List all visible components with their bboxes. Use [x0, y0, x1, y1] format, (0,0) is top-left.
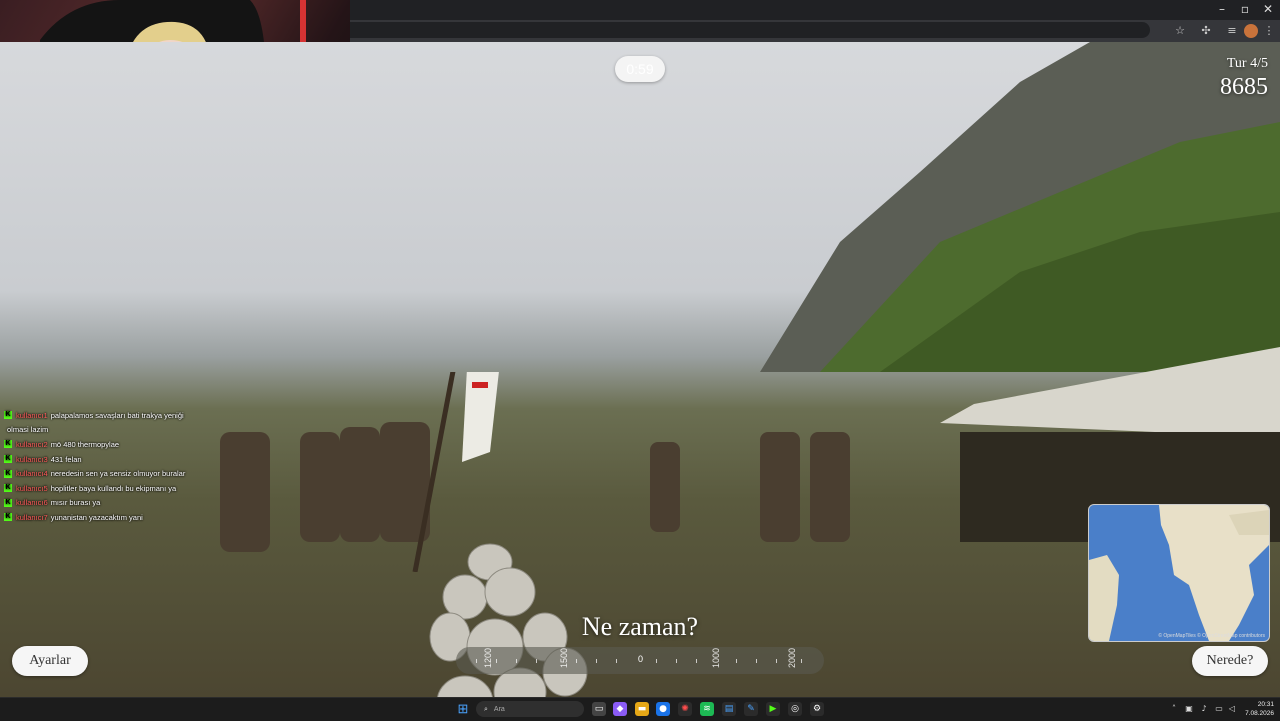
chat-message: Kkullanıcı3 431 felan — [4, 452, 264, 467]
round-label: Tur 4/5 — [1226, 56, 1268, 71]
timeline-marker[interactable]: 0 — [638, 654, 643, 666]
tray-network-icon[interactable]: ▭ — [1213, 703, 1225, 715]
chat-text: palapalamos savaşları bati trakya yeniği — [50, 410, 184, 420]
search-placeholder: Ara — [493, 706, 505, 713]
editor-icon[interactable]: ✎ — [744, 702, 758, 716]
minimize-button[interactable]: – — [1214, 2, 1230, 16]
cliff-scenery — [760, 42, 1280, 372]
round-timer: 0:59 — [615, 56, 665, 82]
close-button[interactable]: ✕ — [1260, 2, 1276, 16]
browser-toolbar: ☆ ✣ ≡ ⋮ — [350, 20, 1280, 42]
profile-icon[interactable] — [1244, 24, 1258, 38]
guess-map[interactable]: © OpenMapTiles © OpenStreetMap contribut… — [1088, 504, 1270, 642]
tray-volume-icon[interactable]: ◁ — [1226, 703, 1238, 715]
chat-text: olmasi lazim — [7, 425, 49, 435]
timeline-tick — [756, 659, 757, 663]
timeline-label: 1500 — [559, 647, 570, 669]
timeline-tick — [596, 659, 597, 663]
kick-badge-icon: K — [4, 440, 12, 449]
chat-username: kullanıcı3 — [16, 454, 48, 464]
score-value: 8685 — [1220, 74, 1268, 100]
chat-message: Kkullanıcı6 mısır burası ya — [4, 496, 264, 511]
chat-username: kullanıcı5 — [16, 483, 48, 493]
search-icon: ⌕ — [484, 705, 488, 713]
settings-button[interactable]: Ayarlar — [12, 646, 88, 676]
world-map-image — [1089, 505, 1269, 641]
timeline-label: 2000 — [787, 647, 798, 669]
file-explorer-icon[interactable]: ▬ — [635, 702, 649, 716]
extensions-icon[interactable]: ✣ — [1199, 24, 1213, 38]
chat-text: hoplitler baya kullandı bu ekipmanı ya — [50, 483, 177, 493]
star-icon[interactable]: ☆ — [1173, 24, 1187, 38]
windows-start-icon[interactable]: ⊞ — [456, 702, 470, 716]
stream-chat: Kkullanıcı1 palapalamos savaşları bati tr… — [4, 408, 264, 525]
clock-date: 7.08.2026 — [1245, 710, 1274, 717]
timeline-tick — [476, 659, 477, 663]
chat-username: kullanıcı2 — [16, 439, 48, 449]
widgets-icon[interactable]: ◆ — [613, 702, 627, 716]
chat-text: mısır burası ya — [50, 498, 101, 508]
taskbar-clock[interactable]: 20:31 7.08.2026 — [1245, 700, 1274, 718]
timeline-tick — [496, 659, 497, 663]
maximize-button[interactable]: ▫ — [1237, 2, 1253, 16]
menu-icon[interactable]: ⋮ — [1262, 24, 1276, 38]
settings-gear-icon[interactable]: ⚙ — [810, 702, 824, 716]
chat-text: yunanistan yazacaktım yani — [50, 512, 143, 522]
timeline-label: 1000 — [711, 647, 722, 669]
timeline-label: 1200 — [483, 647, 494, 669]
kick-badge-icon: K — [4, 455, 12, 464]
chat-message: Kkullanıcı4 neredesin sen ya sensiz olmuy… — [4, 466, 264, 481]
tray-chevron-up-icon[interactable]: ˄ — [1168, 703, 1180, 715]
clock-time: 20:31 — [1257, 701, 1274, 708]
windows-taskbar: ⊞ ⌕ Ara ▭ ◆ ▬ ● ✺ ≋ ▤ ✎ ▶ ◎ ⚙ ˄ ▣ ♪ ▭ ◁ 2… — [0, 697, 1280, 721]
spotify-icon[interactable]: ≋ — [700, 702, 714, 716]
year-timeline-slider[interactable]: 1200 1500 0 1000 2000 — [456, 647, 824, 674]
chat-message: Kkullanıcı2 mö 480 thermopylae — [4, 437, 264, 452]
chat-message: olmasi lazim — [4, 423, 264, 438]
chat-message: Kkullanıcı5 hoplitler baya kullandı bu ek… — [4, 481, 264, 496]
tray-mic-icon[interactable]: ♪ — [1198, 703, 1210, 715]
notepad-icon[interactable]: ▤ — [722, 702, 736, 716]
taskbar-search[interactable]: ⌕ Ara — [476, 701, 584, 717]
timeline-tick — [696, 659, 697, 663]
map-attribution: © OpenMapTiles © OpenStreetMap contribut… — [1158, 633, 1265, 639]
kick-badge-icon: K — [4, 411, 12, 420]
timeline-tick — [776, 659, 777, 663]
kick-badge-icon: K — [4, 513, 12, 522]
obs-icon[interactable]: ◎ — [788, 702, 802, 716]
app-star-icon[interactable]: ✺ — [678, 702, 692, 716]
chat-text: neredesin sen ya sensiz olmuyor buralar — [50, 469, 186, 479]
timeline-tick — [656, 659, 657, 663]
timeline-tick — [676, 659, 677, 663]
kick-badge-icon: K — [4, 498, 12, 507]
tray-app-icon[interactable]: ▣ — [1183, 703, 1195, 715]
chat-username: kullanıcı4 — [16, 469, 48, 479]
timeline-tick — [516, 659, 517, 663]
timeline-tick — [536, 659, 537, 663]
media-icon[interactable]: ≡ — [1225, 24, 1239, 38]
chat-username: kullanıcı1 — [16, 410, 48, 420]
kick-badge-icon: K — [4, 484, 12, 493]
where-button[interactable]: Nerede? — [1192, 646, 1268, 676]
chat-message: Kkullanıcı1 palapalamos savaşları bati tr… — [4, 408, 264, 423]
chrome-icon[interactable]: ● — [656, 702, 670, 716]
chat-message: Kkullanıcı7 yunanistan yazacaktım yani — [4, 510, 264, 525]
timeline-tick — [576, 659, 577, 663]
chat-username: kullanıcı6 — [16, 498, 48, 508]
chat-text: mö 480 thermopylae — [50, 439, 120, 449]
task-view-icon[interactable]: ▭ — [592, 702, 606, 716]
browser-titlebar: – ▫ ✕ — [350, 0, 1280, 20]
round-info: Tur 4/5 8685 — [1220, 56, 1268, 101]
timeline-tick — [616, 659, 617, 663]
kick-badge-icon: K — [4, 469, 12, 478]
kick-icon[interactable]: ▶ — [766, 702, 780, 716]
timeline-tick — [736, 659, 737, 663]
timeline-tick — [801, 659, 802, 663]
address-bar[interactable] — [350, 22, 1150, 38]
chat-username: kullanıcı7 — [16, 512, 48, 522]
chat-text: 431 felan — [50, 454, 82, 464]
